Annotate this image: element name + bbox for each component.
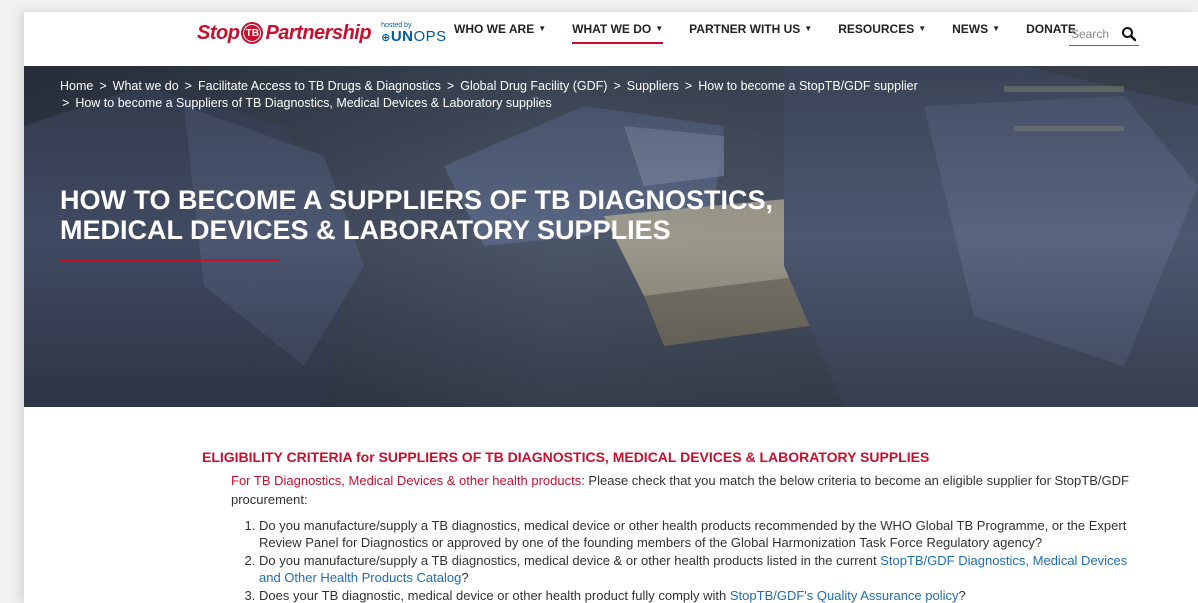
nav-partner-with-us[interactable]: PARTNER WITH US ▼ bbox=[689, 22, 812, 44]
main-nav: WHO WE ARE ▼ WHAT WE DO ▼ PARTNER WITH US ▼… bbox=[454, 22, 1102, 44]
breadcrumb-separator: > bbox=[446, 79, 455, 93]
criteria-text: Do you manufacture/supply a TB diagnosti… bbox=[259, 518, 1127, 550]
main-content: ELIGIBILITY CRITERIA for SUPPLIERS OF TB… bbox=[202, 449, 1142, 603]
caret-down-icon: ▼ bbox=[655, 24, 664, 33]
unops-ops-text: OPS bbox=[413, 28, 447, 45]
logo-stop-text: Stop bbox=[197, 21, 240, 44]
breadcrumb-separator: > bbox=[184, 79, 192, 93]
criteria-text: Do you manufacture/supply a TB diagnosti… bbox=[259, 553, 881, 568]
breadcrumb-become-supplier[interactable]: How to become a StopTB/GDF supplier bbox=[698, 79, 918, 93]
site-header: Stop TB Partnership hosted by ⊕UNOPS WHO… bbox=[24, 12, 1198, 65]
breadcrumb-separator: > bbox=[613, 79, 621, 93]
breadcrumb-separator: > bbox=[62, 96, 70, 110]
nav-resources[interactable]: RESOURCES ▼ bbox=[838, 22, 926, 44]
search-box bbox=[1069, 23, 1139, 46]
caret-down-icon: ▼ bbox=[538, 24, 547, 33]
nav-news[interactable]: NEWS ▼ bbox=[952, 22, 1000, 44]
breadcrumb-home[interactable]: Home bbox=[60, 79, 93, 93]
intro-paragraph: For TB Diagnostics, Medical Devices & ot… bbox=[231, 471, 1142, 509]
unops-un-text: UN bbox=[390, 28, 414, 45]
unops-logo[interactable]: hosted by ⊕UNOPS bbox=[381, 22, 447, 44]
nav-label: WHAT WE DO bbox=[572, 22, 652, 36]
list-item: Do you manufacture/supply a TB diagnosti… bbox=[259, 517, 1142, 551]
quality-assurance-link[interactable]: StopTB/GDF's Quality Assurance policy bbox=[730, 588, 959, 603]
caret-down-icon: ▼ bbox=[804, 24, 813, 33]
intro-highlight: For TB Diagnostics, Medical Devices & ot… bbox=[231, 473, 582, 488]
title-underline bbox=[60, 259, 280, 261]
un-emblem-icon: ⊕ bbox=[381, 32, 391, 44]
breadcrumb: Home > What we do > Facilitate Access to TB … bbox=[60, 78, 1060, 112]
unops-wordmark: ⊕UNOPS bbox=[381, 29, 447, 44]
breadcrumb-gdf[interactable]: Global Drug Facility (GDF) bbox=[460, 79, 607, 93]
nav-label: NEWS bbox=[952, 22, 989, 36]
breadcrumb-what-we-do[interactable]: What we do bbox=[113, 79, 179, 93]
tb-circle-icon: TB bbox=[241, 22, 264, 44]
criteria-text-end: ? bbox=[958, 588, 966, 603]
criteria-text-end: ? bbox=[461, 570, 469, 585]
breadcrumb-separator: > bbox=[99, 79, 107, 93]
logo-tb-text: TB bbox=[243, 24, 262, 42]
breadcrumb-separator: > bbox=[684, 79, 693, 93]
page: Stop TB Partnership hosted by ⊕UNOPS WHO… bbox=[24, 12, 1198, 603]
stop-tb-partnership-logo[interactable]: Stop TB Partnership hosted by ⊕UNOPS bbox=[197, 20, 447, 46]
search-input[interactable] bbox=[1069, 27, 1121, 41]
list-item: Do you manufacture/supply a TB diagnosti… bbox=[259, 552, 1142, 586]
nav-label: RESOURCES bbox=[838, 22, 915, 36]
breadcrumb-current: How to become a Suppliers of TB Diagnost… bbox=[75, 96, 552, 110]
search-icon[interactable] bbox=[1121, 26, 1137, 42]
logo-partnership-text: Partnership bbox=[265, 21, 372, 44]
breadcrumb-suppliers[interactable]: Suppliers bbox=[627, 79, 679, 93]
criteria-list: Do you manufacture/supply a TB diagnosti… bbox=[231, 517, 1142, 603]
caret-down-icon: ▼ bbox=[918, 24, 927, 33]
criteria-text: Does your TB diagnostic, medical device … bbox=[259, 588, 730, 603]
page-title: HOW TO BECOME A SUPPLIERS OF TB DIAGNOST… bbox=[60, 185, 774, 245]
nav-label: WHO WE ARE bbox=[454, 22, 535, 36]
hero-banner: Home > What we do > Facilitate Access to TB … bbox=[24, 66, 1198, 407]
nav-label: PARTNER WITH US bbox=[689, 22, 801, 36]
eligibility-heading: ELIGIBILITY CRITERIA for SUPPLIERS OF TB… bbox=[202, 449, 930, 465]
breadcrumb-facilitate-access[interactable]: Facilitate Access to TB Drugs & Diagnost… bbox=[198, 79, 441, 93]
nav-who-we-are[interactable]: WHO WE ARE ▼ bbox=[454, 22, 546, 44]
list-item: Does your TB diagnostic, medical device … bbox=[259, 587, 1142, 603]
caret-down-icon: ▼ bbox=[992, 24, 1001, 33]
nav-what-we-do[interactable]: WHAT WE DO ▼ bbox=[572, 22, 664, 44]
